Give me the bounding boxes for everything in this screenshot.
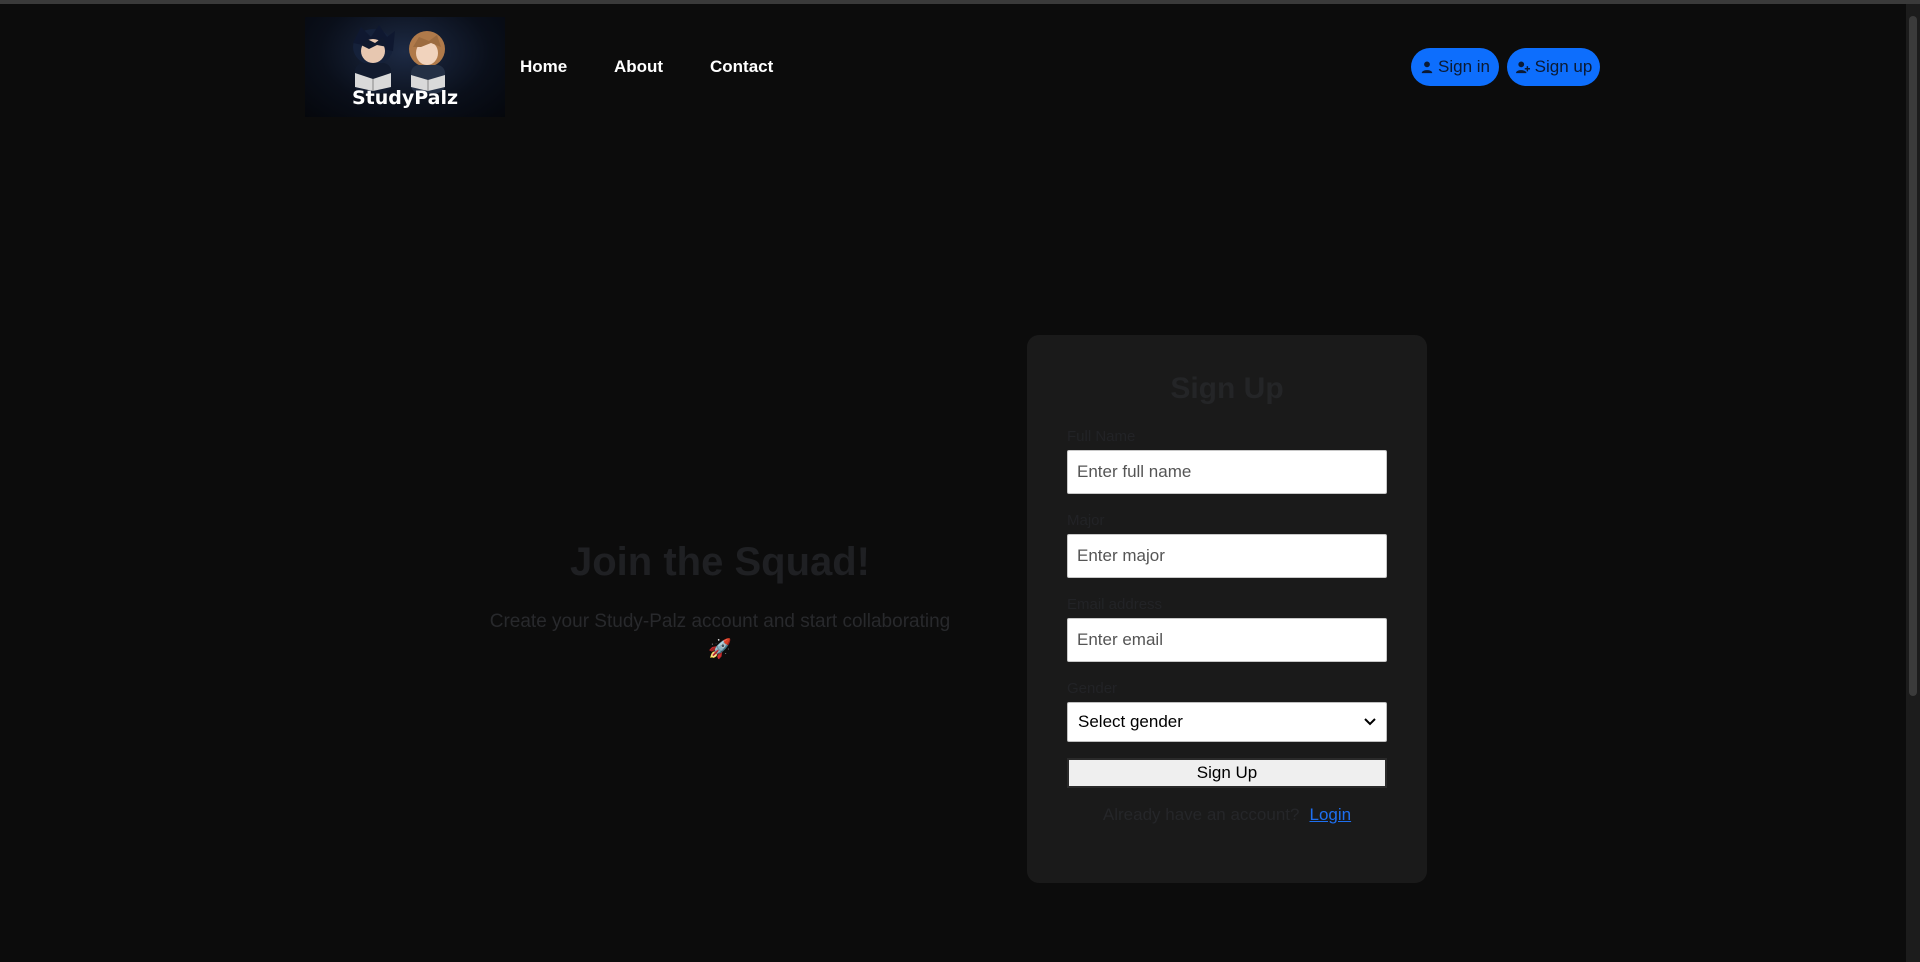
person-add-icon (1515, 61, 1530, 74)
scrollbar-thumb[interactable] (1909, 16, 1917, 696)
gender-select-value: Select gender (1078, 712, 1183, 731)
major-input[interactable] (1067, 534, 1387, 578)
window-top-border (0, 0, 1920, 4)
sign-up-button[interactable]: Sign up (1507, 48, 1600, 86)
login-prompt-text: Already have an account? (1102, 805, 1300, 824)
full-name-input[interactable] (1067, 450, 1387, 494)
login-prompt: Already have an account? Login (1027, 805, 1427, 825)
signup-card-title: Sign Up (1170, 372, 1284, 405)
nav-home-link[interactable]: Home (520, 57, 567, 77)
page-scrollbar[interactable] (1906, 4, 1920, 962)
gender-select[interactable]: Select gender (1067, 702, 1387, 742)
email-input[interactable] (1067, 618, 1387, 662)
studypalz-logo[interactable]: StudyPalz (305, 17, 505, 117)
sign-in-label: Sign in (1438, 57, 1490, 76)
sign-up-label: Sign up (1534, 57, 1593, 76)
full-name-label: Full Name (1067, 428, 1136, 445)
email-label: Email address (1067, 596, 1163, 613)
signup-card: Sign Up Full Name Major Email address Ge… (1027, 335, 1427, 883)
login-link[interactable]: Login (1309, 805, 1351, 824)
hero-subtitle-text: Create your Study-Palz account and start… (489, 611, 951, 632)
hero-subtitle: Create your Study-Palz account and start… (470, 608, 970, 664)
sign-in-button[interactable]: Sign in (1411, 48, 1499, 86)
signup-submit-button[interactable]: Sign Up (1067, 758, 1387, 788)
rocket-icon: 🚀 (708, 639, 732, 660)
chevron-down-icon (1364, 718, 1376, 726)
nav-contact-link[interactable]: Contact (710, 57, 773, 77)
logo-wordmark: StudyPalz (351, 87, 459, 109)
nav-about-link[interactable]: About (614, 57, 663, 77)
major-label: Major (1067, 512, 1105, 529)
person-icon (1421, 61, 1433, 74)
gender-label: Gender (1067, 680, 1118, 697)
hero-title: Join the Squad! (570, 540, 870, 584)
